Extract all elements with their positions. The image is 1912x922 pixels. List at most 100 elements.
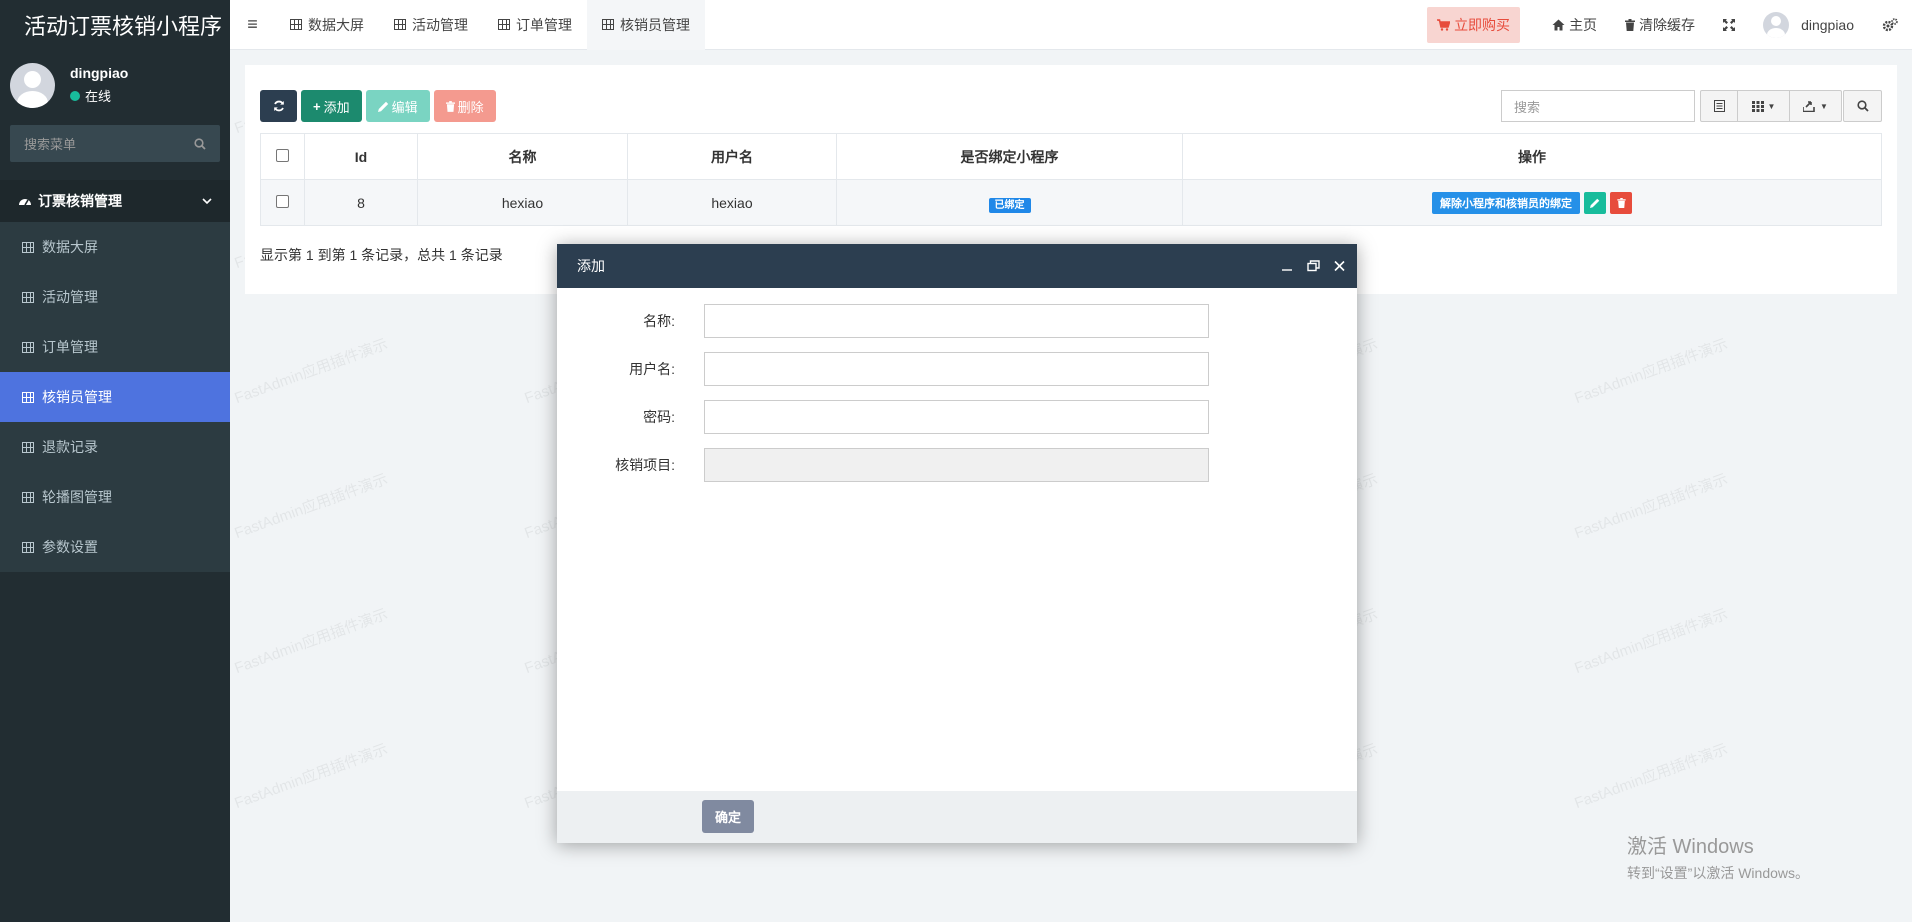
select-all-checkbox[interactable]: [276, 148, 289, 162]
clear-cache-button[interactable]: 清除缓存: [1611, 15, 1709, 35]
sidebar-item-label: 轮播图管理: [42, 489, 112, 505]
cell-username: hexiao: [627, 179, 837, 226]
buy-now-button[interactable]: 立即购买: [1427, 7, 1521, 43]
sidebar-item-carousel[interactable]: 轮播图管理: [0, 472, 230, 522]
menu-search-input[interactable]: 搜索菜单: [10, 125, 220, 162]
password-field[interactable]: [704, 400, 1209, 434]
home-icon: [1552, 19, 1565, 31]
user-menu[interactable]: dingpiao: [1749, 12, 1868, 38]
project-field[interactable]: [704, 448, 1209, 482]
watermark-text: FastAdmin应用插件演示: [232, 740, 391, 813]
list-icon: [1713, 100, 1725, 112]
table-icon: [22, 491, 34, 503]
minimize-icon[interactable]: [1281, 260, 1293, 272]
cogs-icon[interactable]: [1868, 18, 1912, 32]
watermark-text: FastAdmin应用插件演示: [1572, 335, 1731, 408]
tab-orders[interactable]: 订单管理: [483, 0, 587, 50]
windows-activation-notice: 激活 Windows 转到“设置”以激活 Windows。: [1627, 830, 1809, 883]
delete-button[interactable]: 删除: [433, 90, 496, 122]
column-header-name[interactable]: 名称: [417, 133, 628, 180]
table-tool-buttons: ▼ ▼: [1700, 90, 1842, 122]
watermark-text: FastAdmin应用插件演示: [232, 605, 391, 678]
row-select-cell: [260, 179, 305, 226]
buy-now-label: 立即购买: [1454, 17, 1511, 33]
table-icon: [394, 19, 406, 30]
menu-toggle-icon[interactable]: ≡: [230, 0, 275, 50]
column-header-actions: 操作: [1182, 133, 1882, 180]
name-field[interactable]: [704, 304, 1209, 338]
table-icon: [22, 441, 34, 453]
home-label: 主页: [1569, 17, 1598, 33]
verifier-table: Id 名称 用户名 是否绑定小程序 操作 8 hexiao hexiao 已绑定…: [260, 133, 1882, 226]
table-icon: [22, 391, 34, 403]
user-status: 在线: [70, 86, 128, 105]
advanced-search-button[interactable]: [1843, 90, 1882, 122]
table-toolbar: + 添加 编辑 删除: [260, 90, 496, 122]
tab-label: 数据大屏: [308, 16, 364, 33]
edit-button[interactable]: 编辑: [365, 90, 430, 122]
cell-id: 8: [304, 179, 418, 226]
refresh-icon: [273, 100, 284, 112]
fullscreen-icon[interactable]: [1709, 19, 1749, 31]
sidebar-item-verifiers[interactable]: 核销员管理: [0, 372, 230, 422]
brand-title[interactable]: 活动订票核销小程序: [0, 0, 230, 50]
sidebar-item-dashboard[interactable]: 数据大屏: [0, 222, 230, 272]
table-header-row: Id 名称 用户名 是否绑定小程序 操作: [260, 133, 1882, 180]
table-icon: [22, 291, 34, 303]
clear-cache-label: 清除缓存: [1639, 17, 1696, 33]
sidebar-menu: 订票核销管理 数据大屏 活动管理 订单管理 核销员管理 退款记录 轮播图管理 参…: [0, 180, 230, 572]
tab-activity[interactable]: 活动管理: [379, 0, 483, 50]
add-dialog: 添加 名称: 用户名: 密码: 核销项目: 确定: [557, 244, 1357, 843]
tab-dashboard[interactable]: 数据大屏: [275, 0, 379, 50]
row-checkbox[interactable]: [276, 194, 289, 208]
table-row: 8 hexiao hexiao 已绑定 解除小程序和核销员的绑定: [260, 179, 1882, 226]
close-icon[interactable]: [1334, 260, 1345, 272]
add-button[interactable]: + 添加: [301, 90, 362, 122]
online-dot-icon: [70, 90, 80, 101]
password-field-label: 密码:: [643, 409, 675, 425]
menu-group-header[interactable]: 订票核销管理: [0, 180, 230, 222]
chevron-down-icon: [202, 198, 212, 205]
form-row-password: 密码:: [557, 400, 1357, 434]
search-icon[interactable]: [194, 137, 206, 150]
caret-down-icon: ▼: [1820, 101, 1828, 111]
table-search-input[interactable]: 搜索: [1501, 90, 1695, 122]
user-menu-name: dingpiao: [1801, 17, 1854, 33]
dialog-titlebar[interactable]: 添加: [557, 244, 1357, 288]
cell-name: hexiao: [417, 179, 628, 226]
name-field-label: 名称:: [643, 313, 675, 329]
tab-verifiers[interactable]: 核销员管理: [587, 0, 705, 50]
row-edit-button[interactable]: [1584, 191, 1606, 214]
tab-label: 订单管理: [516, 16, 572, 33]
columns-dropdown-button[interactable]: ▼: [1738, 90, 1790, 122]
column-header-bound[interactable]: 是否绑定小程序: [836, 133, 1183, 180]
username-field[interactable]: [704, 352, 1209, 386]
sidebar-item-refunds[interactable]: 退款记录: [0, 422, 230, 472]
refresh-button[interactable]: [260, 90, 297, 122]
sidebar-item-activity[interactable]: 活动管理: [0, 272, 230, 322]
edit-button-label: 编辑: [391, 99, 418, 115]
restore-icon[interactable]: [1307, 260, 1320, 272]
unbind-button[interactable]: 解除小程序和核销员的绑定: [1432, 191, 1580, 214]
toggle-view-button[interactable]: [1700, 90, 1738, 122]
sidebar-item-label: 参数设置: [42, 539, 98, 555]
form-row-name: 名称:: [557, 304, 1357, 338]
dashboard-icon: [19, 199, 31, 206]
dialog-title: 添加: [577, 258, 605, 274]
project-field-label: 核销项目:: [615, 457, 675, 473]
cell-actions: 解除小程序和核销员的绑定: [1182, 179, 1882, 226]
column-header-username[interactable]: 用户名: [627, 133, 837, 180]
sidebar-item-label: 订单管理: [42, 339, 98, 355]
sidebar-item-orders[interactable]: 订单管理: [0, 322, 230, 372]
watermark-text: FastAdmin应用插件演示: [1572, 740, 1731, 813]
table-icon: [22, 341, 34, 353]
column-header-id[interactable]: Id: [304, 133, 418, 180]
user-name: dingpiao: [70, 65, 129, 81]
row-delete-button[interactable]: [1610, 191, 1632, 214]
user-avatar: [10, 62, 55, 108]
home-link[interactable]: 主页: [1538, 15, 1611, 35]
trash-icon: [445, 100, 455, 112]
export-dropdown-button[interactable]: ▼: [1790, 90, 1842, 122]
sidebar-item-settings[interactable]: 参数设置: [0, 522, 230, 572]
confirm-button[interactable]: 确定: [702, 800, 754, 833]
